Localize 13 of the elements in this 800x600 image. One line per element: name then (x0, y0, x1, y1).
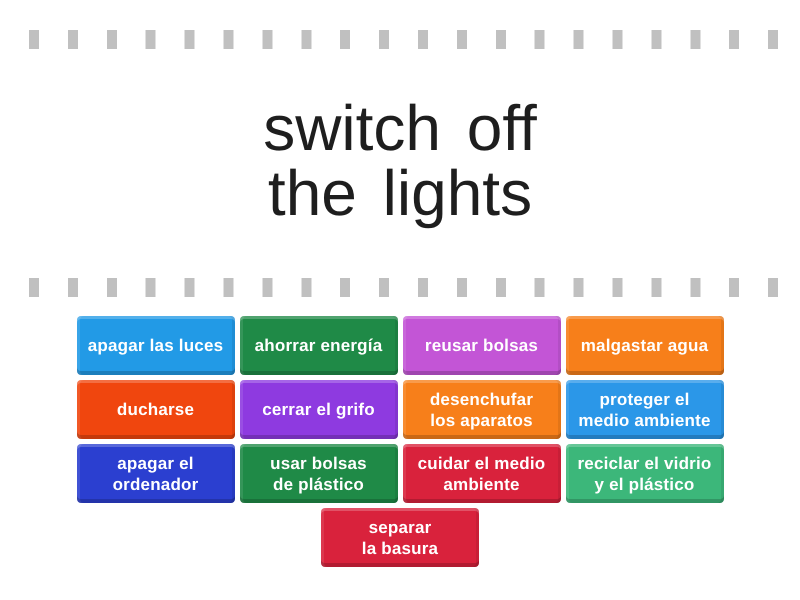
answer-tile[interactable]: apagar el ordenador (76, 444, 234, 503)
answer-tile[interactable]: apagar las luces (76, 316, 234, 375)
answer-tile[interactable]: malgastar agua (566, 316, 724, 375)
answer-tile[interactable]: cerrar el grifo (240, 380, 398, 439)
answer-tile[interactable]: separar la basura (321, 508, 479, 567)
answer-tile[interactable]: reusar bolsas (402, 316, 560, 375)
answer-tile[interactable]: ducharse (76, 380, 234, 439)
answer-tile[interactable]: proteger el medio ambiente (566, 380, 724, 439)
answer-tile[interactable]: reciclar el vidrio y el plástico (566, 444, 724, 503)
answer-tile[interactable]: ahorrar energía (240, 316, 398, 375)
answer-tile[interactable]: cuidar el medio ambiente (402, 444, 560, 503)
answer-tile[interactable]: desenchufar los aparatos (402, 380, 560, 439)
answer-tile[interactable]: usar bolsas de plástico (240, 444, 398, 503)
